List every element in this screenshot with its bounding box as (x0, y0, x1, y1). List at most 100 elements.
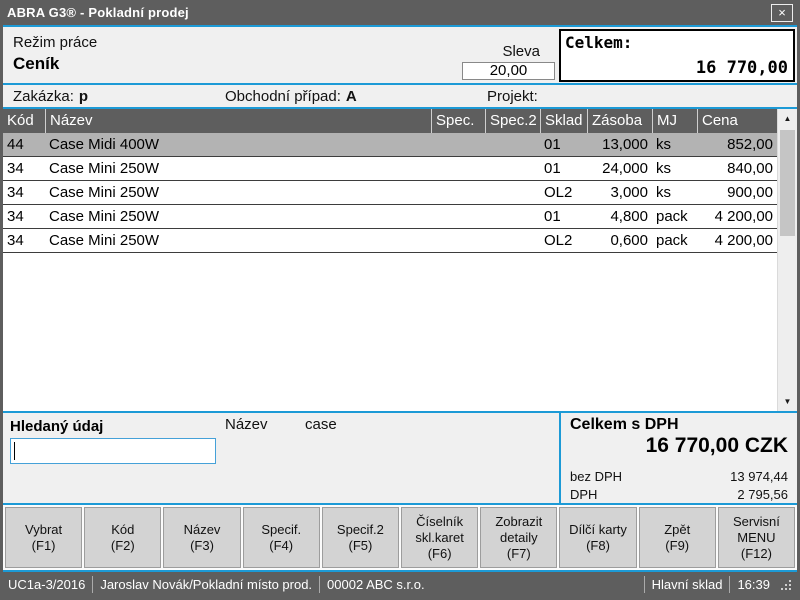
cell-nazev: Case Mini 250W (45, 208, 431, 225)
cell-zasoba: 0,600 (587, 232, 652, 249)
filter-field-value: case (305, 416, 337, 433)
column-header-kod[interactable]: Kód (3, 109, 45, 133)
status-separator (644, 576, 645, 593)
table-row[interactable]: 34 Case Mini 250W OL2 0,600 pack 4 200,0… (3, 229, 777, 253)
cell-cena: 4 200,00 (697, 208, 777, 225)
business-case-value: A (346, 88, 357, 105)
specif2-f5-button[interactable]: Specif.2 (F5) (322, 507, 399, 568)
cell-sklad: OL2 (540, 232, 587, 249)
search-label: Hledaný údaj (10, 418, 103, 435)
project-label: Projekt: (487, 88, 538, 105)
cell-zasoba: 13,000 (587, 136, 652, 153)
total-label: Celkem: (565, 33, 632, 52)
name-f3-button[interactable]: Název (F3) (163, 507, 240, 568)
resize-grip-icon[interactable] (780, 579, 792, 591)
header-panel: Režim práce Ceník Sleva 20,00 Celkem: 16… (3, 27, 797, 85)
cell-mj: pack (652, 232, 697, 249)
show-details-f7-button[interactable]: Zobrazit detaily (F7) (480, 507, 557, 568)
scrollbar-track[interactable] (778, 128, 797, 392)
net-total-row: bez DPH 13 974,44 (570, 469, 788, 484)
vat-value: 2 795,56 (737, 487, 788, 502)
status-time: 16:39 (737, 577, 770, 592)
table-header-row: Kód Název Spec. Spec.2 Sklad Zásoba MJ C… (3, 109, 777, 133)
cell-cena: 4 200,00 (697, 232, 777, 249)
order-label: Zakázka: (13, 88, 74, 105)
table-row[interactable]: 34 Case Mini 250W 01 24,000 ks 840,00 (3, 157, 777, 181)
title-bar[interactable]: ABRA G3® - Pokladní prodej × (0, 0, 800, 25)
column-header-spec2[interactable]: Spec.2 (485, 109, 540, 133)
close-icon[interactable]: × (771, 4, 793, 22)
column-header-nazev[interactable]: Název (45, 109, 431, 133)
table-row[interactable]: 34 Case Mini 250W 01 4,800 pack 4 200,00 (3, 205, 777, 229)
status-user: Jaroslav Novák/Pokladní místo prod. (100, 577, 312, 592)
cell-mj: ks (652, 184, 697, 201)
cell-sklad: 01 (540, 208, 587, 225)
status-separator (729, 576, 730, 593)
cell-nazev: Case Mini 250W (45, 232, 431, 249)
product-grid: Kód Název Spec. Spec.2 Sklad Zásoba MJ C… (3, 109, 777, 411)
total-value: 16 770,00 (696, 58, 788, 78)
business-case-field: Obchodní případ:A (225, 88, 357, 105)
net-label: bez DPH (570, 469, 622, 484)
back-f9-button[interactable]: Zpět (F9) (639, 507, 716, 568)
column-header-cena[interactable]: Cena (697, 109, 777, 133)
service-menu-f12-button[interactable]: Servisní MENU (F12) (718, 507, 795, 568)
scroll-up-icon[interactable]: ▲ (778, 109, 797, 128)
grand-total-value: 16 770,00 CZK (570, 434, 788, 458)
cell-cena: 840,00 (697, 160, 777, 177)
cell-kod: 44 (3, 136, 45, 153)
cell-kod: 34 (3, 232, 45, 249)
function-button-bar: Vybrat (F1) Kód (F2) Název (F3) Specif. … (3, 505, 797, 570)
context-bar: Zakázka: p Obchodní případ:A Projekt: (3, 85, 797, 109)
work-mode-value: Ceník (13, 54, 59, 74)
order-field: Zakázka: p (13, 88, 88, 105)
cell-kod: 34 (3, 184, 45, 201)
select-f1-button[interactable]: Vybrat (F1) (5, 507, 82, 568)
discount-label: Sleva (462, 43, 554, 60)
cell-sklad: 01 (540, 160, 587, 177)
column-header-zasoba[interactable]: Zásoba (587, 109, 652, 133)
cell-kod: 34 (3, 160, 45, 177)
scrollbar-thumb[interactable] (780, 130, 795, 236)
table-row[interactable]: 44 Case Midi 400W 01 13,000 ks 852,00 (3, 133, 777, 157)
status-separator (92, 576, 93, 593)
search-panel: Hledaný údaj Název case Celkem s DPH 16 … (3, 411, 797, 505)
cell-cena: 900,00 (697, 184, 777, 201)
vertical-scrollbar[interactable]: ▲ ▼ (777, 109, 797, 411)
table-empty-area (3, 253, 777, 411)
cell-mj: ks (652, 160, 697, 177)
cell-sklad: OL2 (540, 184, 587, 201)
stock-codes-f6-button[interactable]: Číselník skl.karet (F6) (401, 507, 478, 568)
vat-label: DPH (570, 487, 597, 502)
project-field: Projekt: (487, 88, 543, 105)
vat-total-row: DPH 2 795,56 (570, 487, 788, 502)
scroll-down-icon[interactable]: ▼ (778, 392, 797, 411)
column-header-sklad[interactable]: Sklad (540, 109, 587, 133)
status-bar: UC1a-3/2016 Jaroslav Novák/Pokladní míst… (3, 570, 797, 597)
code-f2-button[interactable]: Kód (F2) (84, 507, 161, 568)
cell-zasoba: 24,000 (587, 160, 652, 177)
subcards-f8-button[interactable]: Dílčí karty (F8) (559, 507, 636, 568)
cell-mj: pack (652, 208, 697, 225)
cell-sklad: 01 (540, 136, 587, 153)
cell-mj: ks (652, 136, 697, 153)
total-display-box: Celkem: 16 770,00 (559, 29, 795, 82)
search-input[interactable] (10, 438, 216, 464)
text-cursor (14, 442, 15, 460)
specif-f4-button[interactable]: Specif. (F4) (243, 507, 320, 568)
cell-nazev: Case Mini 250W (45, 160, 431, 177)
status-company: 00002 ABC s.r.o. (327, 577, 425, 592)
order-value: p (79, 88, 88, 105)
column-header-spec[interactable]: Spec. (431, 109, 485, 133)
table-row[interactable]: 34 Case Mini 250W OL2 3,000 ks 900,00 (3, 181, 777, 205)
status-warehouse: Hlavní sklad (652, 577, 723, 592)
app-window: ABRA G3® - Pokladní prodej × Režim práce… (0, 0, 800, 600)
cell-zasoba: 3,000 (587, 184, 652, 201)
column-header-mj[interactable]: MJ (652, 109, 697, 133)
product-table: Kód Název Spec. Spec.2 Sklad Zásoba MJ C… (3, 109, 797, 411)
window-content: Režim práce Ceník Sleva 20,00 Celkem: 16… (3, 25, 797, 597)
cell-zasoba: 4,800 (587, 208, 652, 225)
discount-field[interactable]: 20,00 (462, 62, 555, 80)
cell-kod: 34 (3, 208, 45, 225)
net-value: 13 974,44 (730, 469, 788, 484)
